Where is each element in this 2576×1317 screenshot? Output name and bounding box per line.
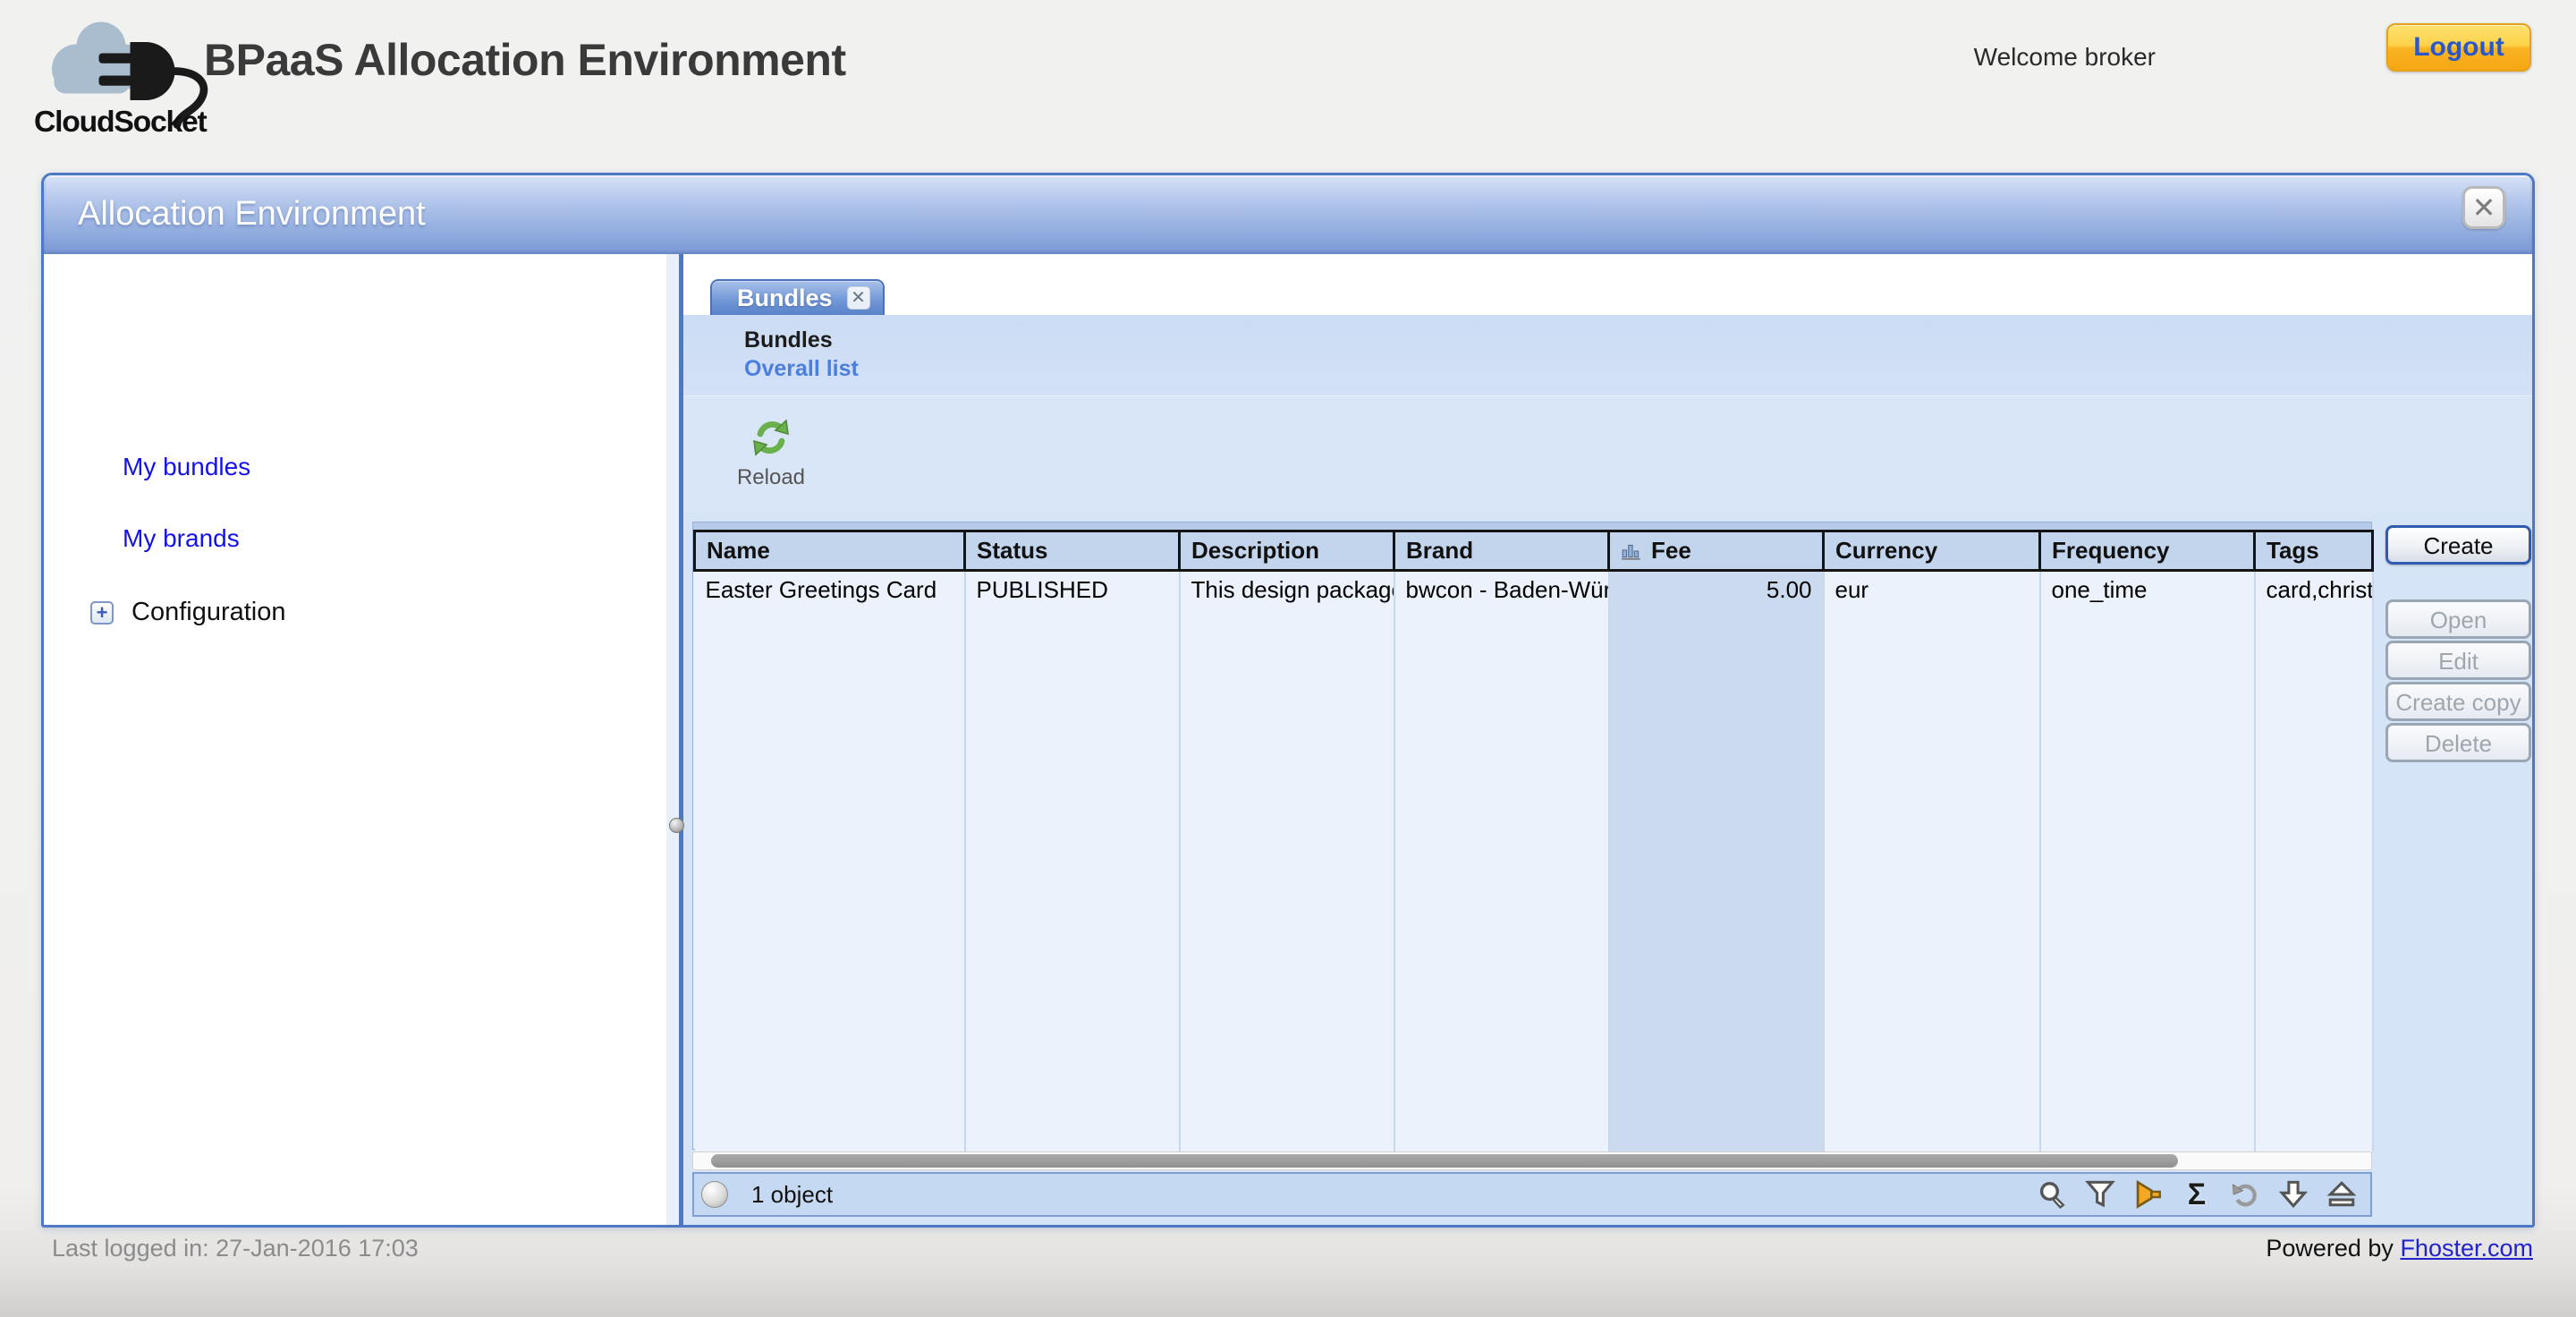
download-icon[interactable] (2277, 1178, 2309, 1211)
table-empty-area (695, 608, 2373, 1152)
open-button[interactable]: Open (2385, 599, 2531, 639)
cell-description: This design package (1180, 571, 1394, 608)
tab-bundles[interactable]: Bundles ✕ (710, 279, 885, 315)
app-title: BPaaS Allocation Environment (204, 34, 846, 86)
powered-by: Powered by Fhoster.com (2266, 1235, 2533, 1262)
expand-plus-icon[interactable]: + (90, 601, 114, 625)
powered-by-text: Powered by (2266, 1235, 2394, 1262)
sidebar-item-configuration-label[interactable]: Configuration (131, 598, 286, 627)
column-header-frequency[interactable]: Frequency (2040, 531, 2255, 571)
column-header-currency[interactable]: Currency (1824, 531, 2040, 571)
welcome-message: Welcome broker (1974, 43, 2156, 72)
allocation-environment-window: Allocation Environment ✕ My bundles My b… (41, 173, 2535, 1228)
column-header-tags[interactable]: Tags (2255, 531, 2373, 571)
action-button-panel: Create Open Edit Create copy Delete (2385, 254, 2535, 1225)
cell-name: Easter Greetings Card (695, 571, 965, 608)
column-header-status[interactable]: Status (965, 531, 1180, 571)
table-top-strip (693, 523, 2371, 530)
table-header-row: Name Status Description Brand (695, 531, 2373, 571)
window-close-button[interactable]: ✕ (2462, 186, 2505, 229)
quick-filter-icon[interactable] (2132, 1178, 2165, 1211)
status-bar: 1 object Σ (692, 1172, 2372, 1217)
tab-close-icon[interactable]: ✕ (847, 286, 870, 310)
cell-tags: card,christ (2255, 571, 2373, 608)
search-icon[interactable] (2036, 1178, 2068, 1211)
reload-button[interactable]: Reload (726, 416, 816, 490)
window-titlebar: Allocation Environment ✕ (44, 175, 2532, 254)
status-sphere-icon (701, 1181, 728, 1208)
reload-label: Reload (726, 465, 816, 490)
window-title: Allocation Environment (78, 195, 426, 234)
column-header-description[interactable]: Description (1180, 531, 1394, 571)
column-header-brand[interactable]: Brand (1394, 531, 1609, 571)
column-header-name[interactable]: Name (695, 531, 965, 571)
eject-icon[interactable] (2326, 1178, 2358, 1211)
scrollbar-thumb[interactable] (711, 1154, 2178, 1168)
breadcrumb-title: Bundles (744, 327, 833, 353)
cell-brand: bwcon - Baden-Württ (1394, 571, 1609, 608)
app-header: CloudSocket BPaaS Allocation Environment… (0, 0, 2576, 173)
sidebar-item-my-bundles[interactable]: My bundles (123, 453, 250, 481)
logo-wordmark: CloudSocket (34, 105, 208, 136)
bar-chart-icon (1621, 542, 1642, 560)
splitter-track (666, 254, 679, 1225)
create-copy-button[interactable]: Create copy (2385, 682, 2531, 721)
cell-frequency: one_time (2040, 571, 2255, 608)
sidebar-item-my-brands[interactable]: My brands (123, 524, 240, 553)
cell-currency: eur (1824, 571, 2040, 608)
sidebar-item-configuration[interactable]: + Configuration (90, 598, 286, 627)
edit-button[interactable]: Edit (2385, 641, 2531, 680)
filter-icon[interactable] (2084, 1178, 2116, 1211)
horizontal-scrollbar[interactable] (692, 1151, 2372, 1170)
create-button[interactable]: Create (2385, 525, 2531, 565)
cell-status: PUBLISHED (965, 571, 1180, 608)
bundles-table: Name Status Description Brand (692, 522, 2372, 1150)
object-count: 1 object (751, 1181, 833, 1209)
reload-icon (750, 416, 792, 459)
splitter-handle[interactable] (669, 818, 684, 833)
undo-icon[interactable] (2229, 1178, 2261, 1211)
breadcrumb: Bundles Overall list (683, 315, 2532, 395)
tab-bundles-label: Bundles (737, 285, 833, 312)
fhoster-link[interactable]: Fhoster.com (2400, 1235, 2533, 1262)
logout-button[interactable]: Logout (2386, 23, 2531, 72)
main-panel: Bundles ✕ Bundles Overall list (683, 254, 2532, 1225)
sidebar: My bundles My brands + Configuration (44, 254, 666, 1225)
last-login-text: Last logged in: 27-Jan-2016 17:03 (52, 1235, 419, 1262)
breadcrumb-overall-list-link[interactable]: Overall list (744, 356, 859, 382)
toolbar: Reload (683, 395, 2532, 513)
tab-strip: Bundles ✕ (683, 254, 2532, 315)
delete-button[interactable]: Delete (2385, 723, 2531, 762)
table-row[interactable]: Easter Greetings Card PUBLISHED This des… (695, 571, 2373, 608)
sum-icon[interactable]: Σ (2181, 1178, 2213, 1211)
cell-fee: 5.00 (1609, 571, 1824, 608)
column-header-fee[interactable]: Fee (1609, 531, 1824, 571)
